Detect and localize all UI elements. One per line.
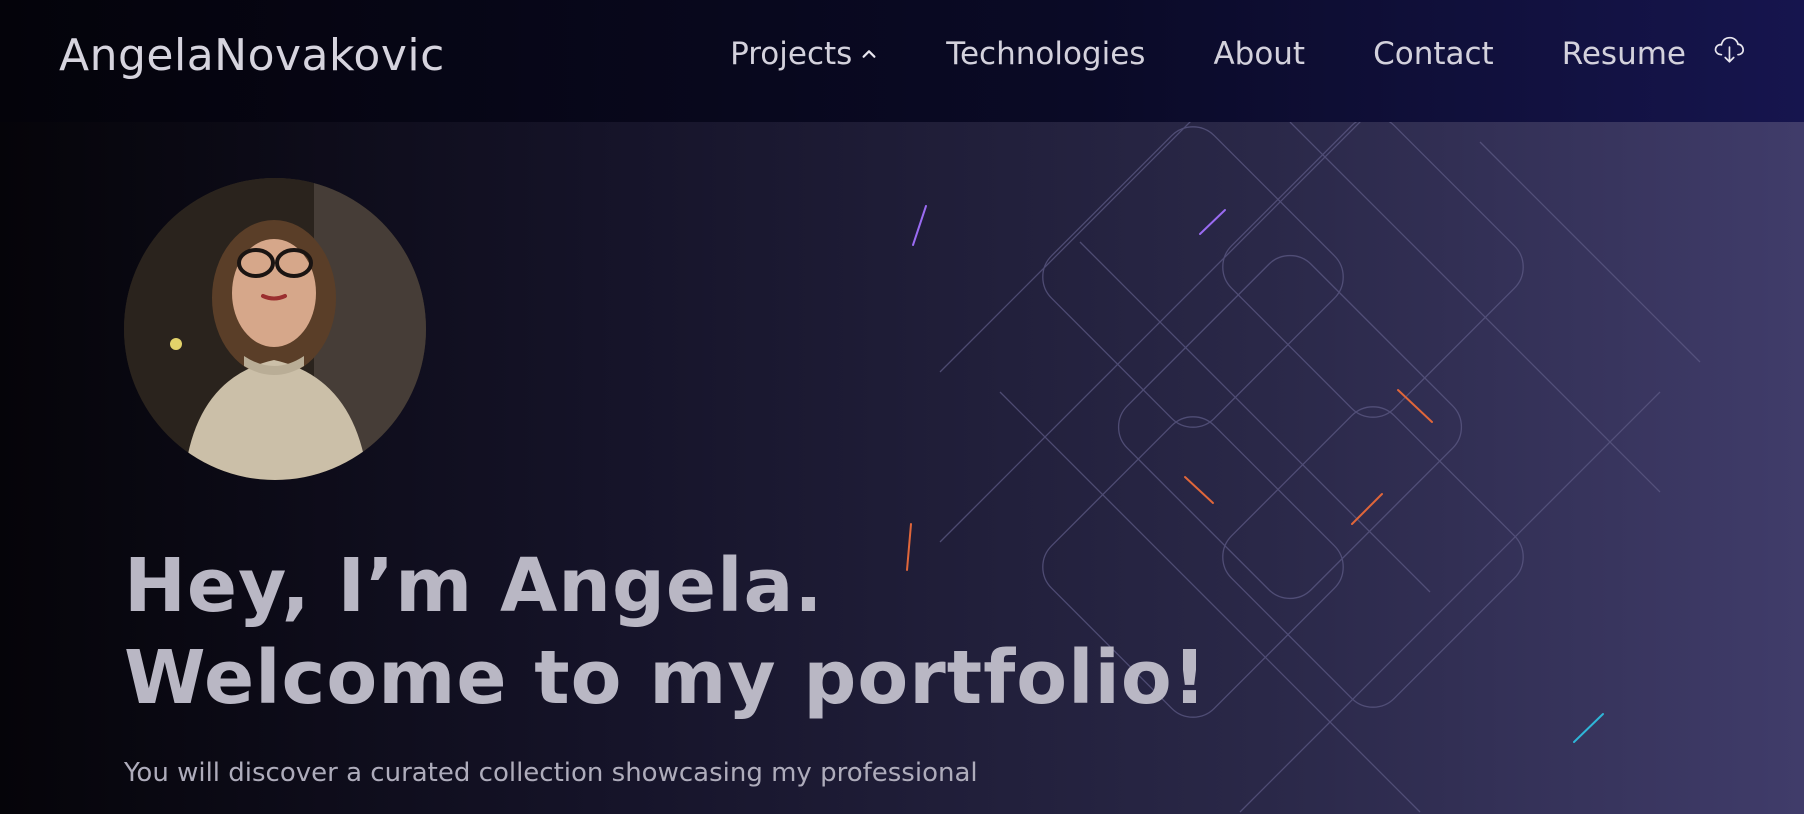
- hero-subtext: You will discover a curated collection s…: [124, 758, 978, 788]
- hero-line-1: Hey, I’m Angela.: [124, 543, 824, 629]
- hero-line-2: Welcome to my portfolio!: [124, 635, 1208, 721]
- brand-logo[interactable]: AngelaNovakovic: [59, 30, 445, 81]
- nav-links: Projects Technologies About Contact Resu…: [730, 36, 1746, 72]
- nav-technologies[interactable]: Technologies: [946, 36, 1145, 72]
- nav-about-label: About: [1213, 36, 1306, 72]
- nav-technologies-label: Technologies: [946, 36, 1146, 72]
- chevron-up-icon: [862, 50, 876, 58]
- nav-contact[interactable]: Contact: [1373, 36, 1494, 72]
- hero-headline: Hey, I’m Angela. Welcome to my portfolio…: [124, 540, 1207, 724]
- cloud-download-icon[interactable]: [1712, 32, 1746, 66]
- profile-photo-illustration: [124, 178, 426, 480]
- profile-photo: [124, 178, 426, 480]
- nav-projects[interactable]: Projects: [730, 36, 878, 72]
- nav-projects-label: Projects: [730, 36, 853, 72]
- nav-resume[interactable]: Resume: [1562, 36, 1746, 72]
- nav-resume-label: Resume: [1561, 36, 1686, 72]
- nav-contact-label: Contact: [1373, 36, 1494, 72]
- navbar: AngelaNovakovic Projects Technologies Ab…: [0, 0, 1804, 122]
- nav-about[interactable]: About: [1213, 36, 1305, 72]
